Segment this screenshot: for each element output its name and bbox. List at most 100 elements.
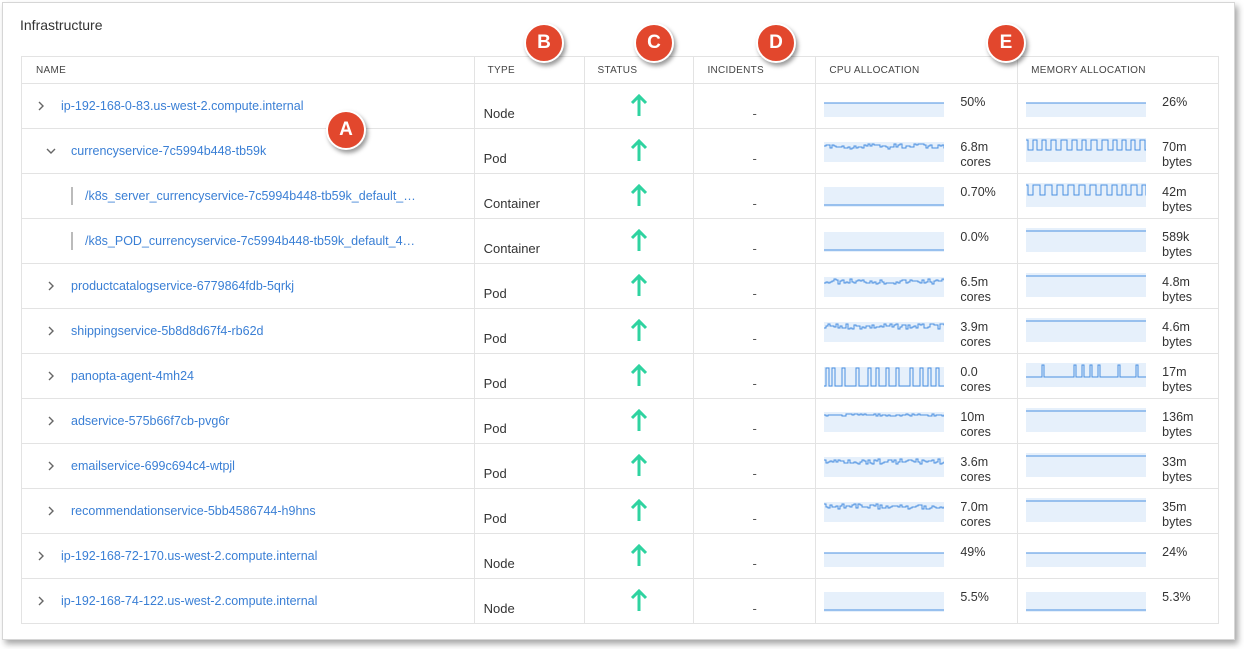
incident-count: -	[752, 556, 757, 571]
table-body: ip-192-168-0-83.us-west-2.compute.intern…	[22, 84, 1219, 624]
memory-sparkline	[1026, 228, 1147, 257]
column-header-type[interactable]: TYPE	[475, 57, 585, 83]
table-row[interactable]: panopta-agent-4mh24 Pod - 0.0 cores 17m bytes	[22, 354, 1219, 399]
type-cell: Node	[475, 84, 585, 128]
table-row[interactable]: /k8s_POD_currencyservice-7c5994b448-tb59…	[22, 219, 1219, 264]
column-header-label: STATUS	[597, 65, 638, 76]
table-row[interactable]: /k8s_server_currencyservice-7c5994b448-t…	[22, 174, 1219, 219]
resource-link[interactable]: recommendationservice-5bb4586744-h9hns	[71, 504, 316, 518]
cpu-unit: cores	[960, 425, 991, 439]
chevron-down-icon[interactable]	[46, 146, 60, 156]
memory-sparkline	[1026, 273, 1147, 302]
resource-link[interactable]: currencyservice-7c5994b448-tb59k	[71, 144, 266, 158]
callout-badge: A	[326, 110, 366, 150]
memory-cell: 35m bytes	[1018, 489, 1219, 533]
resource-link[interactable]: /k8s_server_currencyservice-7c5994b448-t…	[85, 189, 416, 203]
column-header-incidents[interactable]: INCIDENTS	[694, 57, 817, 83]
table-row[interactable]: ip-192-168-74-122.us-west-2.compute.inte…	[22, 579, 1219, 624]
cpu-value: 5.5%	[960, 590, 989, 605]
memory-amount: 5.3%	[1162, 590, 1191, 604]
memory-cell: 4.8m bytes	[1018, 264, 1219, 308]
incidents-cell: -	[694, 309, 817, 353]
cpu-amount: 10m	[960, 410, 985, 424]
memory-unit: bytes	[1162, 425, 1193, 439]
resource-type: Node	[483, 601, 515, 616]
resource-link[interactable]: productcatalogservice-6779864fdb-5qrkj	[71, 279, 294, 293]
memory-cell: 4.6m bytes	[1018, 309, 1219, 353]
memory-sparkline	[1026, 183, 1152, 212]
memory-value: 33m bytes	[1162, 455, 1192, 485]
table-row[interactable]: ip-192-168-0-83.us-west-2.compute.intern…	[22, 84, 1219, 129]
cpu-value: 0.0 cores	[960, 365, 991, 395]
memory-cell: 42m bytes	[1018, 174, 1219, 218]
memory-cell: 17m bytes	[1018, 354, 1219, 398]
resource-link[interactable]: ip-192-168-72-170.us-west-2.compute.inte…	[61, 549, 317, 563]
chevron-right-icon[interactable]	[46, 371, 60, 381]
table-row[interactable]: shippingservice-5b8d8d67f4-rb62d Pod - 3.9m…	[22, 309, 1219, 354]
status-cell	[585, 444, 695, 488]
incidents-cell: -	[694, 354, 817, 398]
column-header-label: INCIDENTS	[707, 65, 765, 76]
cpu-sparkline	[824, 228, 945, 257]
column-header-label: NAME	[36, 65, 67, 76]
table-row[interactable]: emailservice-699c694c4-wtpjl Pod - 3.6m core…	[22, 444, 1219, 489]
memory-amount: 70m	[1162, 140, 1187, 154]
name-cell: ip-192-168-0-83.us-west-2.compute.intern…	[22, 84, 475, 128]
column-header-memory[interactable]: MEMORY ALLOCATION	[1018, 57, 1219, 83]
memory-unit: bytes	[1162, 470, 1193, 484]
chevron-right-icon[interactable]	[36, 551, 50, 561]
table-row[interactable]: adservice-575b66f7cb-pvg6r Pod - 10m cores 13…	[22, 399, 1219, 444]
chevron-right-icon[interactable]	[46, 506, 60, 516]
cpu-amount: 7.0m	[960, 500, 989, 514]
table-row[interactable]: productcatalogservice-6779864fdb-5qrkj Po…	[22, 264, 1219, 309]
table-row[interactable]: recommendationservice-5bb4586744-h9hns Po…	[22, 489, 1219, 534]
cpu-amount: 5.5%	[960, 590, 989, 604]
column-header-status[interactable]: STATUS	[585, 57, 695, 83]
cpu-cell: 5.5%	[816, 579, 1019, 623]
chevron-right-icon[interactable]	[46, 416, 60, 426]
cpu-cell: 6.5m cores	[816, 264, 1019, 308]
infrastructure-panel: Infrastructure NAME TYPE STATUS INCIDENT…	[2, 2, 1235, 640]
status-cell	[585, 84, 695, 128]
resource-link[interactable]: /k8s_POD_currencyservice-7c5994b448-tb59…	[85, 234, 415, 248]
cpu-cell: 3.9m cores	[816, 309, 1019, 353]
cpu-cell: 0.0%	[816, 219, 1019, 263]
cpu-amount: 6.8m	[960, 140, 989, 154]
column-header-name[interactable]: NAME	[22, 57, 475, 83]
table-row[interactable]: ip-192-168-72-170.us-west-2.compute.inte…	[22, 534, 1219, 579]
cpu-amount: 3.6m	[960, 455, 989, 469]
chevron-right-icon[interactable]	[36, 101, 50, 111]
column-header-cpu[interactable]: CPU ALLOCATION	[816, 57, 1019, 83]
memory-sparkline	[1026, 588, 1147, 617]
resource-link[interactable]: emailservice-699c694c4-wtpjl	[71, 459, 235, 473]
chevron-right-icon[interactable]	[46, 281, 60, 291]
callout-badge: B	[524, 23, 564, 63]
up-arrow-icon	[630, 588, 648, 618]
incident-count: -	[752, 196, 757, 211]
resource-link[interactable]: adservice-575b66f7cb-pvg6r	[71, 414, 229, 428]
chevron-right-icon[interactable]	[36, 596, 50, 606]
memory-amount: 589k	[1162, 230, 1190, 244]
incidents-cell: -	[694, 579, 817, 623]
chevron-right-icon[interactable]	[46, 326, 60, 336]
cpu-value: 10m cores	[960, 410, 991, 440]
cpu-unit: cores	[960, 155, 991, 169]
infrastructure-table: NAME TYPE STATUS INCIDENTS CPU ALLOCATIO…	[21, 56, 1219, 624]
resource-link[interactable]: panopta-agent-4mh24	[71, 369, 194, 383]
name-cell: /k8s_server_currencyservice-7c5994b448-t…	[22, 174, 475, 218]
table-row[interactable]: currencyservice-7c5994b448-tb59k Pod - 6.8m…	[22, 129, 1219, 174]
chevron-right-icon[interactable]	[46, 461, 60, 471]
cpu-value: 50%	[960, 95, 985, 110]
resource-link[interactable]: ip-192-168-74-122.us-west-2.compute.inte…	[61, 594, 317, 608]
cpu-cell: 0.70%	[816, 174, 1019, 218]
resource-link[interactable]: shippingservice-5b8d8d67f4-rb62d	[71, 324, 264, 338]
name-cell: emailservice-699c694c4-wtpjl	[22, 444, 475, 488]
cpu-amount: 0.0%	[960, 230, 989, 244]
cpu-unit: cores	[960, 470, 991, 484]
incidents-cell: -	[694, 129, 817, 173]
status-cell	[585, 489, 695, 533]
resource-link[interactable]: ip-192-168-0-83.us-west-2.compute.intern…	[61, 99, 304, 113]
status-cell	[585, 129, 695, 173]
memory-sparkline	[1026, 93, 1147, 122]
cpu-sparkline	[824, 588, 945, 617]
